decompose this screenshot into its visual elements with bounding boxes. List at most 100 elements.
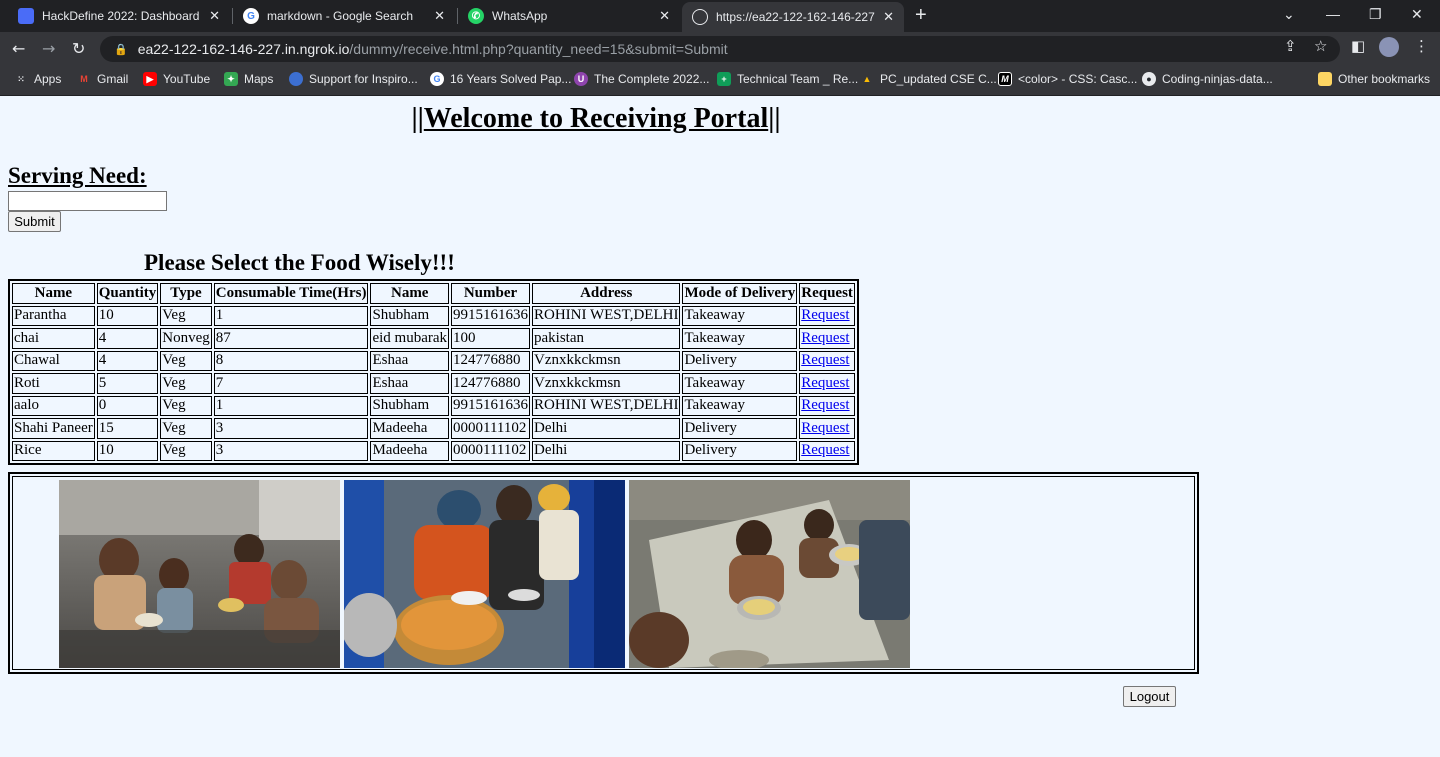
request-link[interactable]: Request (801, 307, 849, 323)
table-row: chai 4 Nonveg 87 eid mubarak 100 pakista… (12, 328, 855, 349)
col-quantity: Quantity (96, 283, 159, 304)
cell-donor-name: Madeeha (370, 418, 450, 439)
cell-type: Veg (160, 373, 212, 394)
new-tab-button[interactable]: + (915, 4, 927, 27)
bookmark-complete-2022[interactable]: U The Complete 2022... (574, 72, 709, 86)
cell-food-name: Roti (12, 373, 95, 394)
tab-hackdefine[interactable]: HackDefine 2022: Dashboard | Dc ✕ (8, 0, 230, 32)
address-bar[interactable]: 🔒 ea22-122-162-146-227.in.ngrok.io/dummy… (100, 36, 1340, 62)
minimize-icon[interactable]: — (1326, 6, 1340, 22)
bookmark-apps[interactable]: ⁙ Apps (14, 72, 61, 86)
whatsapp-icon: ✆ (468, 8, 484, 24)
close-icon[interactable]: ✕ (434, 8, 445, 24)
cell-food-name: Rice (12, 440, 95, 461)
cell-request: Request (799, 328, 855, 349)
tab-receive-portal[interactable]: https://ea22-122-162-146-227.in ✕ (682, 2, 904, 32)
cell-number: 124776880 (451, 373, 531, 394)
back-icon[interactable]: ← (12, 39, 25, 58)
menu-icon[interactable]: ⋮ (1414, 37, 1429, 55)
tab-google-search[interactable]: G markdown - Google Search ✕ (233, 0, 455, 32)
page-title: ||Welcome to Receiving Portal|| (411, 103, 781, 134)
cell-request: Request (799, 418, 855, 439)
cell-mode-of-delivery: Delivery (682, 350, 798, 371)
cell-quantity: 5 (96, 373, 159, 394)
cell-mode-of-delivery: Delivery (682, 418, 798, 439)
cell-type: Veg (160, 350, 212, 371)
request-link[interactable]: Request (801, 330, 849, 346)
mdn-icon: M (998, 72, 1012, 86)
table-row: Roti 5 Veg 7 Eshaa 124776880 Vznxkkckmsn… (12, 373, 855, 394)
google-icon: G (243, 8, 259, 24)
close-icon[interactable]: ✕ (883, 9, 894, 25)
cell-number: 9915161636 (451, 305, 531, 326)
cell-number: 0000111102 (451, 440, 531, 461)
bookmark-coding-ninjas[interactable]: ● Coding-ninjas-data... (1142, 72, 1273, 86)
cell-mode-of-delivery: Delivery (682, 440, 798, 461)
bookmark-css-color[interactable]: M <color> - CSS: Casc... (998, 72, 1137, 86)
lock-icon[interactable]: 🔒 (114, 43, 128, 56)
cell-food-name: chai (12, 328, 95, 349)
cell-number: 124776880 (451, 350, 531, 371)
bookmarks-bar: ⁙ Apps M Gmail ▶ YouTube ✦ Maps Support for … (0, 66, 1440, 96)
bookmark-inspiro[interactable]: Support for Inspiro... (289, 72, 418, 86)
request-link[interactable]: Request (801, 442, 849, 458)
bookmark-gmail[interactable]: M Gmail (77, 72, 128, 86)
col-address: Address (532, 283, 681, 304)
cell-type: Nonveg (160, 328, 212, 349)
cell-mode-of-delivery: Takeaway (682, 395, 798, 416)
col-number: Number (451, 283, 531, 304)
cell-number: 100 (451, 328, 531, 349)
sheets-icon: + (717, 72, 731, 86)
bookmark-technical-team[interactable]: + Technical Team _ Re... (717, 72, 858, 86)
cell-consumable-time: 8 (213, 350, 369, 371)
request-link[interactable]: Request (801, 352, 849, 368)
logout-button[interactable]: Logout (1123, 686, 1176, 707)
bookmark-youtube[interactable]: ▶ YouTube (143, 72, 210, 86)
bookmark-pc-updated[interactable]: ▲ PC_updated CSE C... (860, 72, 997, 86)
bookmark-maps[interactable]: ✦ Maps (224, 72, 273, 86)
col-donor-name: Name (370, 283, 450, 304)
tab-whatsapp[interactable]: ✆ WhatsApp ✕ (458, 0, 680, 32)
tab-search-icon[interactable]: ⌄ (1283, 6, 1295, 23)
table-row: Shahi Paneer 15 Veg 3 Madeeha 0000111102… (12, 418, 855, 439)
bookmark-other[interactable]: Other bookmarks (1318, 72, 1430, 86)
request-link[interactable]: Request (801, 375, 849, 391)
reload-icon[interactable]: ↻ (72, 39, 85, 58)
document-icon (18, 8, 34, 24)
side-panel-icon[interactable]: ◧ (1351, 37, 1365, 55)
cell-quantity: 15 (96, 418, 159, 439)
food-serving-photo (344, 480, 625, 668)
submit-button[interactable]: Submit (8, 211, 61, 232)
cell-request: Request (799, 305, 855, 326)
cell-donor-name: Madeeha (370, 440, 450, 461)
cell-food-name: Chawal (12, 350, 95, 371)
close-icon[interactable]: ✕ (209, 8, 220, 24)
cell-number: 0000111102 (451, 418, 531, 439)
course-icon: U (574, 72, 588, 86)
inspiro-icon (289, 72, 303, 86)
globe-icon (692, 9, 708, 25)
page-content: ||Welcome to Receiving Portal|| Serving … (0, 97, 1440, 757)
request-link[interactable]: Request (801, 420, 849, 436)
google-icon: G (430, 72, 444, 86)
apps-grid-icon: ⁙ (17, 73, 25, 84)
youtube-icon: ▶ (143, 72, 157, 86)
cell-address: Delhi (532, 440, 681, 461)
cell-quantity: 10 (96, 440, 159, 461)
cell-address: Delhi (532, 418, 681, 439)
bookmark-solved-papers[interactable]: G 16 Years Solved Pap... (430, 72, 571, 86)
cell-type: Veg (160, 440, 212, 461)
share-icon[interactable]: ⇪ (1284, 37, 1297, 55)
photo-gallery (8, 472, 1199, 674)
request-link[interactable]: Request (801, 397, 849, 413)
profile-avatar[interactable] (1379, 37, 1399, 57)
quantity-need-input[interactable] (8, 191, 167, 211)
close-icon[interactable]: ✕ (659, 8, 670, 24)
cell-donor-name: eid mubarak (370, 328, 450, 349)
cell-address: ROHINI WEST,DELHI (532, 395, 681, 416)
col-request: Request (799, 283, 855, 304)
restore-icon[interactable]: ❐ (1369, 6, 1382, 23)
bookmark-star-icon[interactable]: ☆ (1314, 37, 1327, 55)
forward-icon[interactable]: → (42, 39, 55, 58)
window-close-icon[interactable]: ✕ (1411, 6, 1423, 23)
